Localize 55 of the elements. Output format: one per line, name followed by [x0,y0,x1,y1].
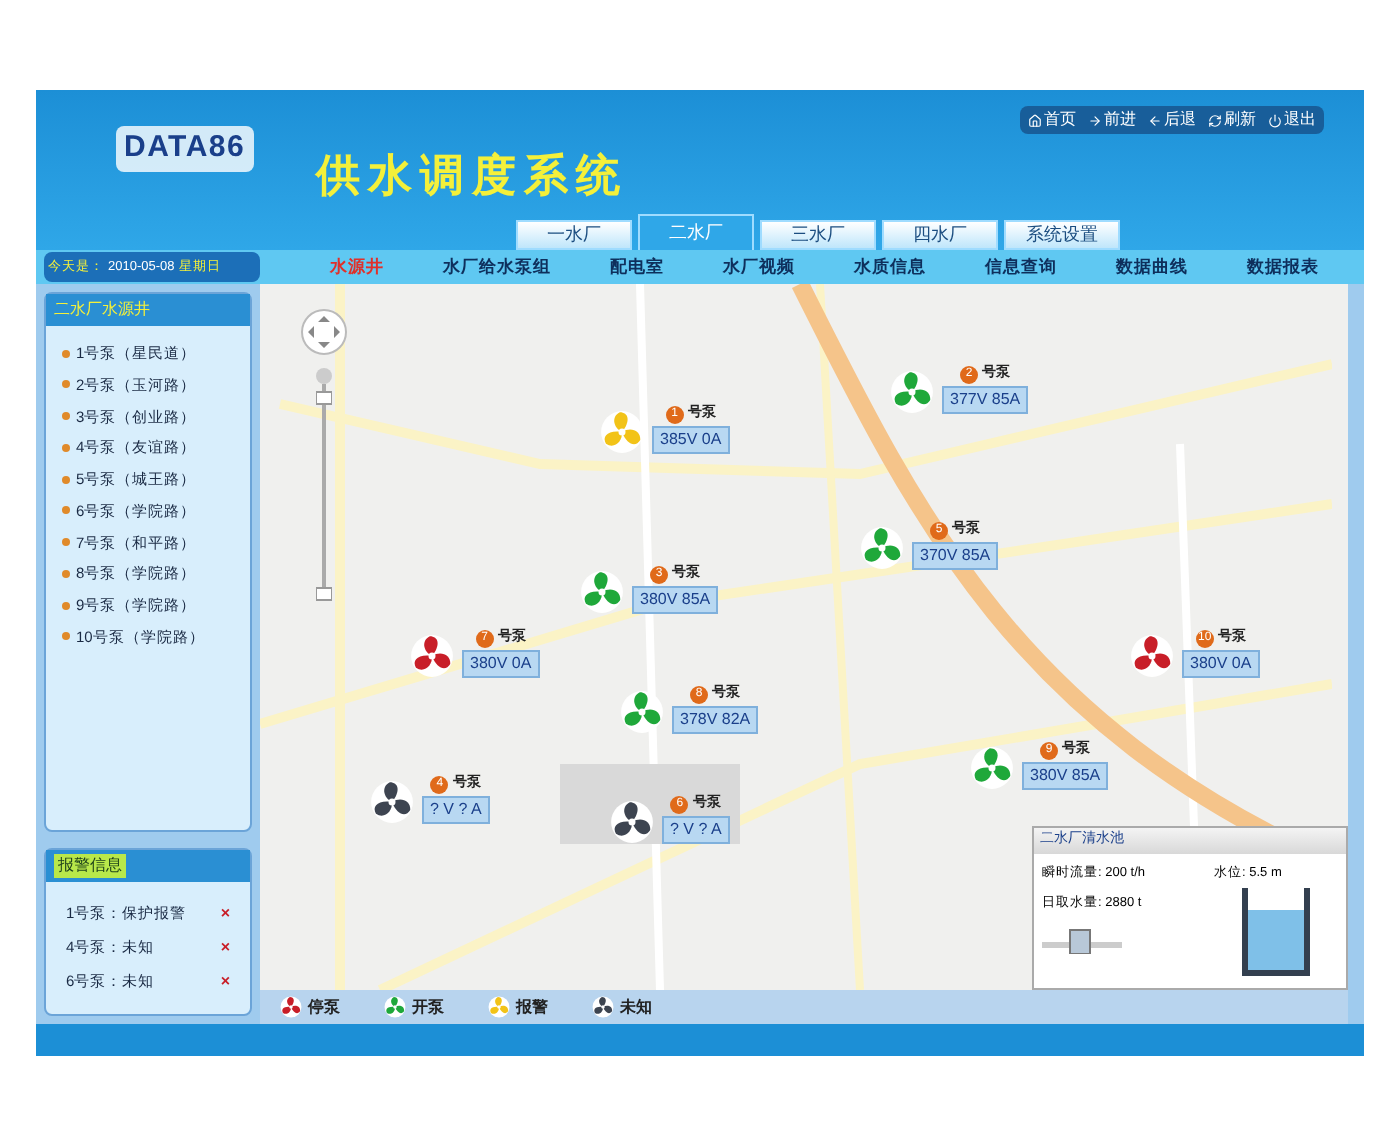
bullet-icon [62,443,70,452]
nav-link[interactable]: 水厂视频 [722,250,795,284]
flow-meter-icon [1042,926,1122,954]
pump-reading: 380V 0A [1182,649,1260,677]
header-link[interactable]: 退出 [1268,108,1316,132]
alarm-mark[interactable]: × [220,936,230,960]
pump-reading: 385V 0A [652,425,730,453]
alarm-mark[interactable]: × [220,902,230,926]
plant-tab[interactable]: 一水厂 [516,220,632,250]
legend-label: 开泵 [412,995,444,1019]
bullet-icon [62,475,70,484]
alarm-mark[interactable]: × [220,970,230,994]
arrow-icon [1148,113,1162,127]
bullet-icon [62,506,70,515]
pan-control-icon[interactable] [300,308,348,356]
bullet-icon [62,632,70,641]
pump-reading: 380V 85A [1022,761,1109,789]
bullet-icon [62,380,70,389]
logo: DATA86 [116,126,254,171]
bullet-icon [62,601,70,610]
nav-link[interactable]: 配电室 [609,250,664,284]
pump-reading: ? V ? A [662,815,730,843]
header-link[interactable]: 首页 [1028,108,1076,132]
header-link[interactable]: 刷新 [1208,108,1256,132]
pump-reading: 377V 85A [942,385,1029,413]
home-icon [1028,113,1042,127]
plant-tab[interactable]: 四水厂 [882,220,998,250]
power-icon [1268,113,1282,127]
refresh-icon [1208,113,1222,127]
pump-reading: 380V 85A [632,585,719,613]
pump-reading: ? V ? A [422,795,490,823]
nav-link[interactable]: 数据报表 [1246,250,1319,284]
zoom-slider-icon[interactable] [316,364,332,604]
plant-tab[interactable]: 系统设置 [1004,220,1120,250]
header-link[interactable]: 后退 [1148,108,1196,132]
legend-label: 报警 [516,995,548,1019]
pump-reading: 378V 82A [672,705,759,733]
bullet-icon [62,538,70,547]
legend-label: 停泵 [308,995,340,1019]
pump-reading: 370V 85A [912,541,999,569]
bullet-icon [62,569,70,578]
bullet-icon [62,349,70,358]
nav-link[interactable]: 信息查询 [984,250,1057,284]
legend-label: 未知 [620,995,652,1019]
pump-reading: 380V 0A [462,649,540,677]
plant-tab[interactable]: 三水厂 [760,220,876,250]
nav-link[interactable]: 水厂给水泵组 [442,250,551,284]
bullet-icon [62,412,70,421]
nav-link[interactable]: 水质信息 [853,250,926,284]
panel-title: 报警信息 [54,854,126,878]
nav-link[interactable]: 数据曲线 [1115,250,1188,284]
app-title: 供水调度系统 [316,148,628,204]
panel-title: 二水厂水源井 [46,294,250,326]
arrow-icon [1088,113,1102,127]
header-link[interactable]: 前进 [1088,108,1136,132]
